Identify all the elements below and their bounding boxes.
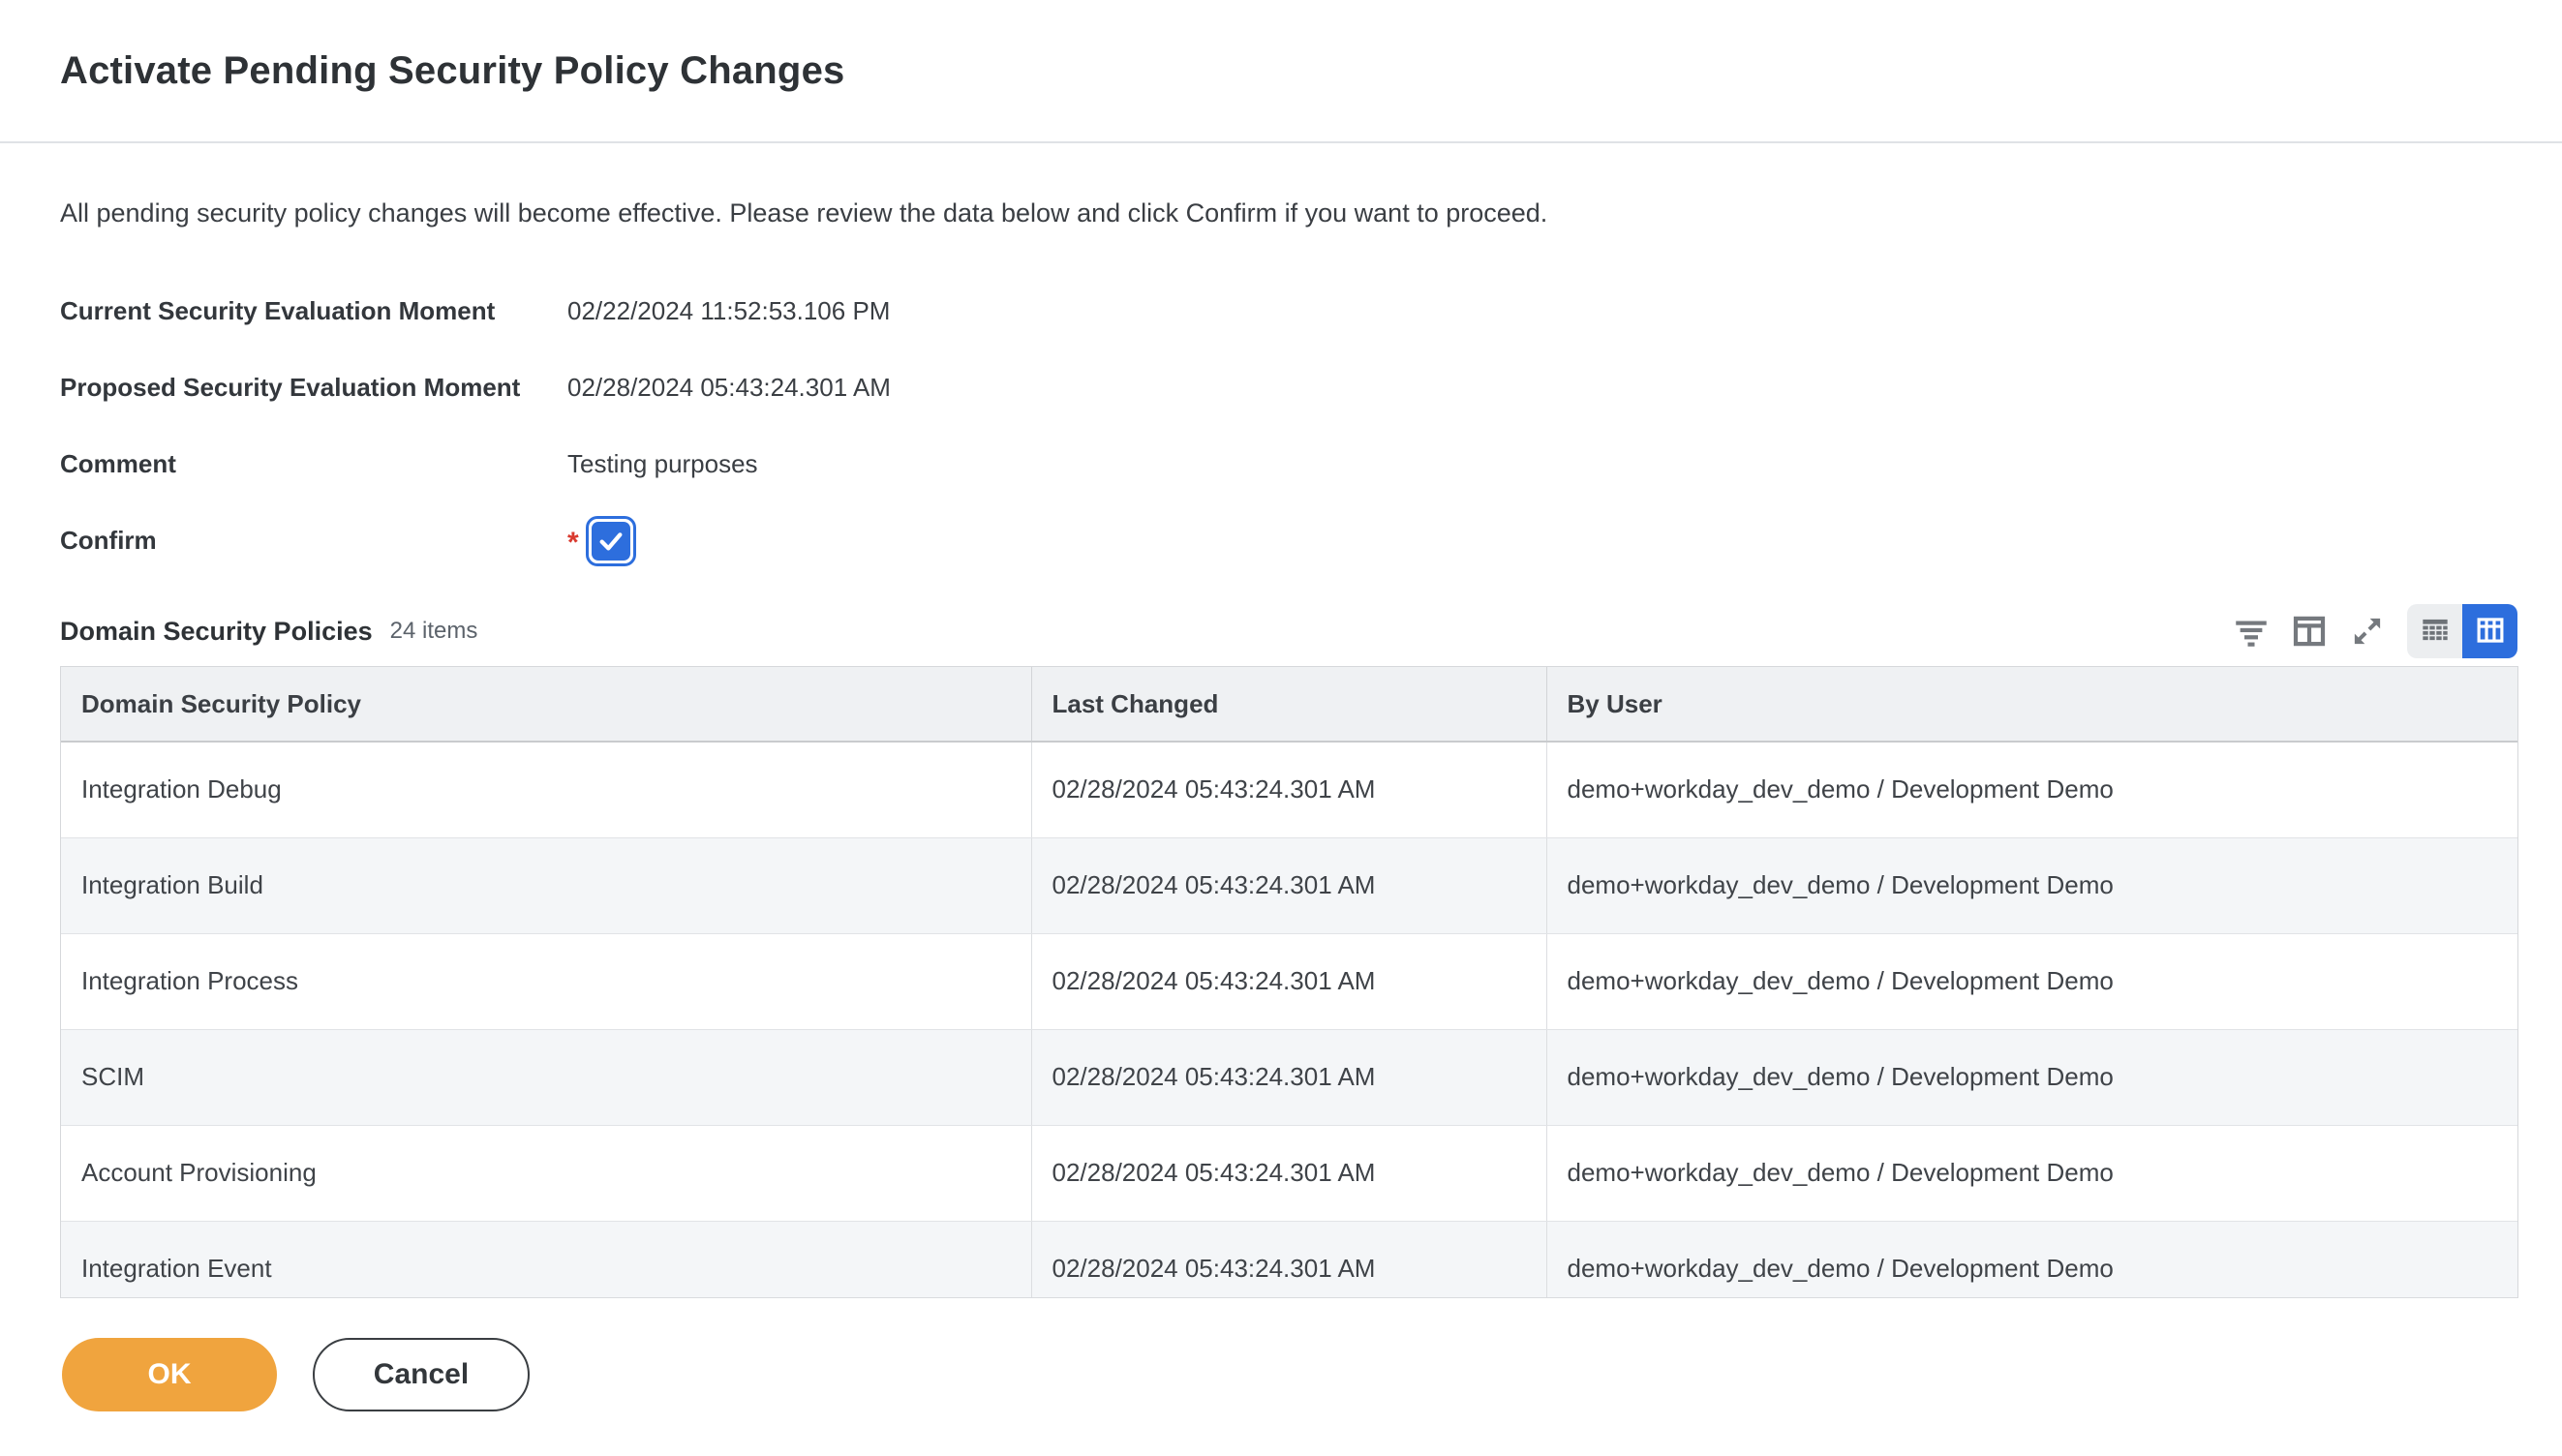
domain-security-policies-table: Domain Security Policy Last Changed By U…	[60, 666, 2518, 1298]
field-row-current-moment: Current Security Evaluation Moment 02/22…	[60, 273, 2502, 349]
cell-last-changed: 02/28/2024 05:43:24.301 AM	[1031, 1125, 1547, 1222]
confirm-control: *	[567, 515, 636, 566]
cell-policy: Integration Process	[61, 933, 1032, 1030]
table-header-row: Domain Security Policy Last Changed By U…	[61, 667, 2517, 743]
cell-by-user: demo+workday_dev_demo / Development Demo	[1546, 1029, 2517, 1126]
field-row-comment: Comment Testing purposes	[60, 426, 2502, 502]
table-view-icon	[2417, 612, 2454, 652]
cell-last-changed: 02/28/2024 05:43:24.301 AM	[1031, 837, 1547, 934]
cell-policy: Integration Event	[61, 1221, 1032, 1297]
cancel-button[interactable]: Cancel	[313, 1338, 530, 1411]
cell-by-user: demo+workday_dev_demo / Development Demo	[1546, 1125, 2517, 1222]
checkmark-icon	[591, 521, 630, 561]
cell-by-user: demo+workday_dev_demo / Development Demo	[1546, 742, 2517, 838]
page-description: All pending security policy changes will…	[60, 198, 1548, 228]
cell-policy: Integration Build	[61, 837, 1032, 934]
column-panel-icon	[2289, 611, 2330, 652]
cell-last-changed: 02/28/2024 05:43:24.301 AM	[1031, 933, 1547, 1030]
grid-toolbar	[2219, 604, 2517, 658]
cell-last-changed: 02/28/2024 05:43:24.301 AM	[1031, 742, 1547, 838]
page-title: Activate Pending Security Policy Changes	[60, 48, 845, 92]
grid-view-button[interactable]	[2462, 604, 2517, 658]
column-header-domain-security-policy[interactable]: Domain Security Policy	[61, 667, 1032, 743]
expand-icon	[2347, 611, 2388, 652]
field-label: Comment	[60, 449, 176, 478]
table-row: Integration Event 02/28/2024 05:43:24.30…	[61, 1221, 2517, 1297]
column-settings-button[interactable]	[2283, 605, 2335, 657]
filter-button[interactable]	[2225, 605, 2277, 657]
view-toggle-group	[2407, 604, 2517, 658]
field-label: Proposed Security Evaluation Moment	[60, 373, 521, 402]
grid-title: Domain Security Policies	[60, 616, 373, 646]
table-row: SCIM 02/28/2024 05:43:24.301 AM demo+wor…	[61, 1029, 2517, 1126]
table-row: Integration Build 02/28/2024 05:43:24.30…	[61, 837, 2517, 934]
field-row-confirm: Confirm *	[60, 502, 2502, 579]
grid-section-header: Domain Security Policies 24 items	[60, 604, 2517, 658]
filter-icon	[2231, 611, 2272, 652]
field-value: 02/22/2024 11:52:53.106 PM	[567, 296, 891, 325]
confirm-checkbox[interactable]	[585, 515, 636, 566]
table-row: Integration Process 02/28/2024 05:43:24.…	[61, 933, 2517, 1030]
required-asterisk: *	[567, 526, 579, 559]
field-label: Confirm	[60, 526, 157, 555]
table-view-button[interactable]	[2407, 604, 2462, 658]
table-row: Account Provisioning 02/28/2024 05:43:24…	[61, 1125, 2517, 1222]
ok-button[interactable]: OK	[62, 1338, 277, 1411]
cell-by-user: demo+workday_dev_demo / Development Demo	[1546, 933, 2517, 1030]
field-label: Current Security Evaluation Moment	[60, 296, 496, 325]
field-list: Current Security Evaluation Moment 02/22…	[60, 273, 2502, 579]
cell-last-changed: 02/28/2024 05:43:24.301 AM	[1031, 1029, 1547, 1126]
page-header: Activate Pending Security Policy Changes	[0, 0, 2562, 143]
cell-policy: Integration Debug	[61, 742, 1032, 838]
cell-by-user: demo+workday_dev_demo / Development Demo	[1546, 837, 2517, 934]
cell-policy: SCIM	[61, 1029, 1032, 1126]
footer-actions: OK Cancel	[62, 1338, 2562, 1411]
cell-policy: Account Provisioning	[61, 1125, 1032, 1222]
activate-pending-security-policy-changes-page: Activate Pending Security Policy Changes…	[0, 0, 2562, 1456]
field-row-proposed-moment: Proposed Security Evaluation Moment 02/2…	[60, 349, 2502, 426]
expand-button[interactable]	[2341, 605, 2394, 657]
grid-view-icon	[2472, 612, 2509, 652]
grid-item-count: 24 items	[389, 618, 478, 644]
column-header-by-user[interactable]: By User	[1546, 667, 2517, 743]
table-row: Integration Debug 02/28/2024 05:43:24.30…	[61, 742, 2517, 838]
cell-last-changed: 02/28/2024 05:43:24.301 AM	[1031, 1221, 1547, 1297]
field-value: 02/28/2024 05:43:24.301 AM	[567, 373, 891, 402]
field-value: Testing purposes	[567, 449, 758, 478]
column-header-last-changed[interactable]: Last Changed	[1031, 667, 1547, 743]
cell-by-user: demo+workday_dev_demo / Development Demo	[1546, 1221, 2517, 1297]
